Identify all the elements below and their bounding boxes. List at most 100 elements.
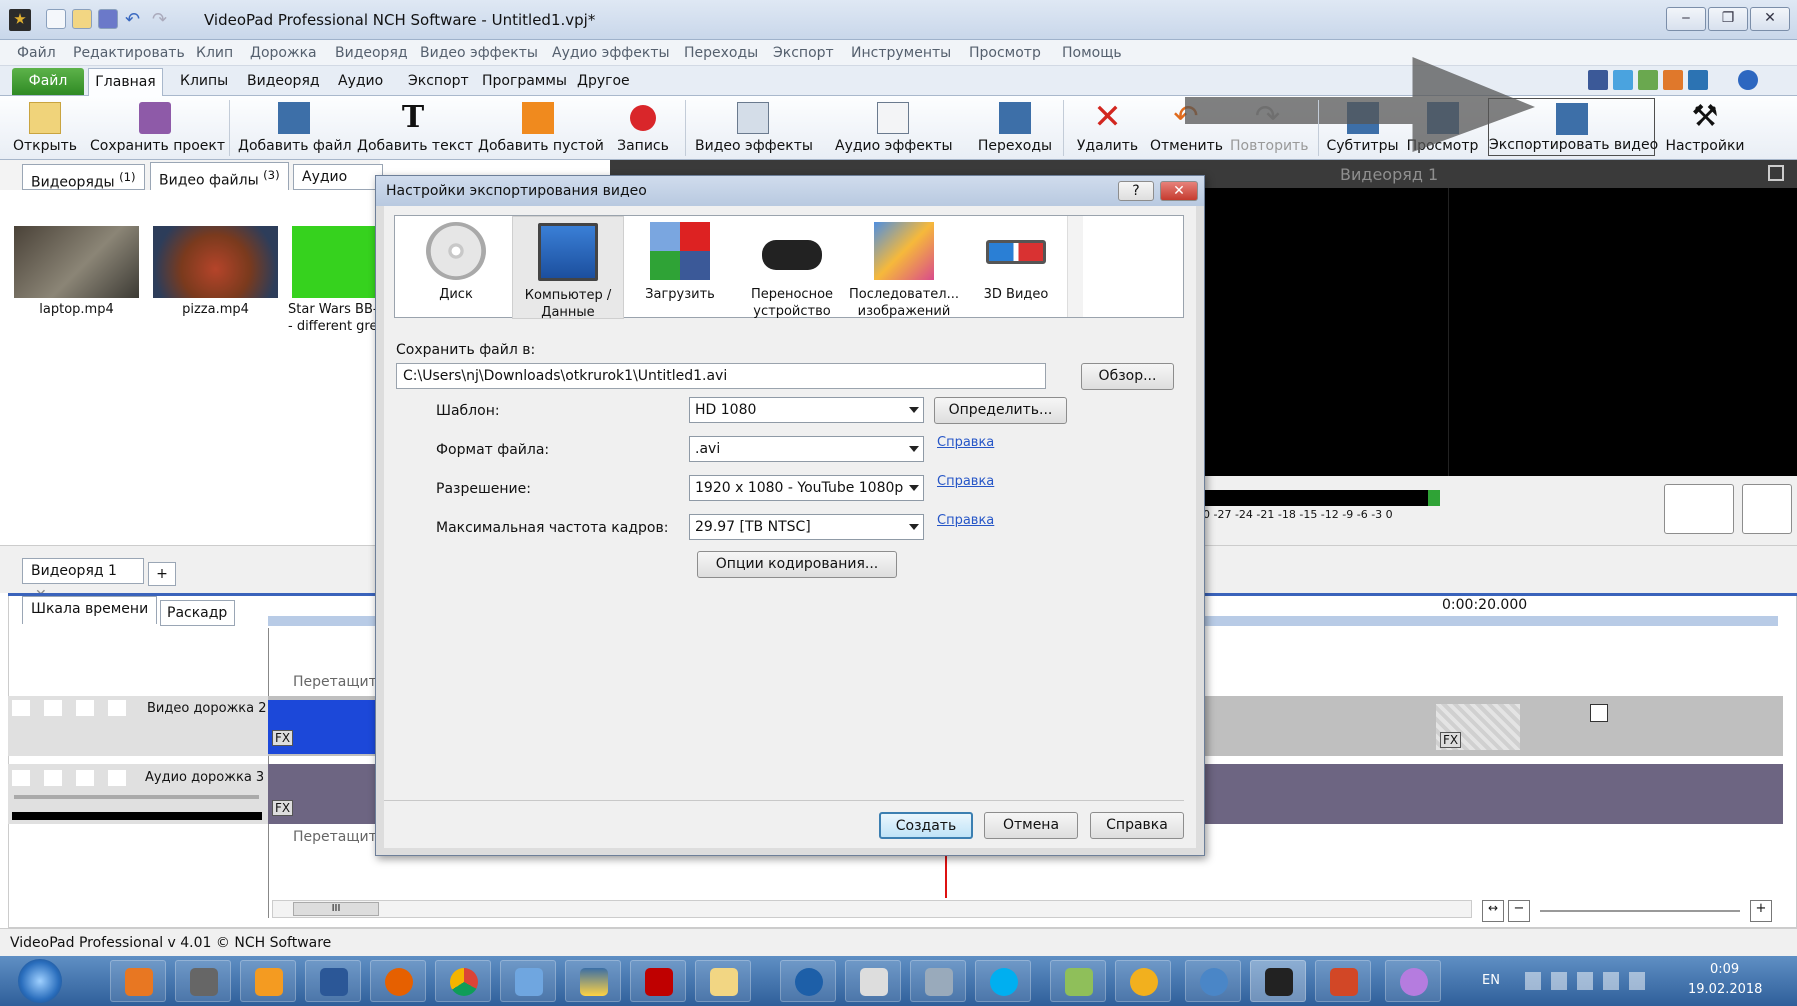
- zoom-slider[interactable]: [1540, 910, 1740, 912]
- minimize-button[interactable]: ‒: [1666, 7, 1706, 31]
- tab-timeline[interactable]: Шкала времени: [22, 596, 158, 624]
- add-blank-button[interactable]: Добавить пустой: [478, 96, 604, 160]
- zoom-in-button[interactable]: +: [1750, 900, 1772, 922]
- category-upload[interactable]: Загрузить: [624, 216, 736, 319]
- menu-sequence[interactable]: Видеоряд: [335, 45, 408, 61]
- audio-track-toggle-icons[interactable]: [12, 770, 128, 786]
- tray-icons[interactable]: [1525, 972, 1645, 990]
- taskbar-app-sun[interactable]: [1115, 960, 1171, 1002]
- tab-video-files[interactable]: Видео файлы (3): [150, 162, 289, 190]
- popout-icon[interactable]: [1768, 165, 1784, 181]
- add-sequence-button[interactable]: +: [148, 562, 176, 586]
- transitions-button[interactable]: Переходы: [975, 96, 1055, 160]
- taskbar-app-filezilla[interactable]: [630, 960, 686, 1002]
- category-3d-video[interactable]: 3D Видео: [960, 216, 1072, 319]
- open-button[interactable]: Открыть: [10, 96, 80, 160]
- category-disc[interactable]: Диск: [400, 216, 512, 319]
- tab-export[interactable]: Экспорт: [408, 73, 469, 89]
- twitter-icon[interactable]: [1613, 70, 1633, 90]
- plus-icon[interactable]: [1638, 70, 1658, 90]
- clip-thumbnail[interactable]: [292, 226, 380, 298]
- save-icon[interactable]: [98, 9, 118, 29]
- taskbar-app-firefox[interactable]: [370, 960, 426, 1002]
- tab-file[interactable]: Файл: [12, 68, 84, 95]
- settings-button[interactable]: ⚒ Настройки: [1665, 96, 1745, 160]
- taskbar-app-volume[interactable]: [500, 960, 556, 1002]
- menu-export[interactable]: Экспорт: [773, 45, 834, 61]
- clock-time[interactable]: 0:09: [1710, 962, 1739, 977]
- category-scrollbar[interactable]: [1067, 216, 1083, 317]
- delete-button[interactable]: ✕ Удалить: [1075, 96, 1140, 160]
- taskbar-app-box[interactable]: [845, 960, 901, 1002]
- taskbar-app-thunderbird[interactable]: [780, 960, 836, 1002]
- record-button[interactable]: Запись: [613, 96, 673, 160]
- category-portable-device[interactable]: Переносное устройство: [736, 216, 848, 319]
- tab-sequence-1[interactable]: Видеоряд 1 ✕: [22, 558, 144, 603]
- menu-clip[interactable]: Клип: [196, 45, 233, 61]
- open-file-icon[interactable]: [72, 9, 92, 29]
- menu-edit[interactable]: Редактировать: [73, 45, 185, 61]
- template-select[interactable]: HD 1080: [689, 397, 924, 423]
- menu-video-effects[interactable]: Видео эффекты: [420, 45, 538, 61]
- clip-thumbnail[interactable]: [14, 226, 139, 298]
- close-button[interactable]: ✕: [1750, 7, 1790, 31]
- clip-thumbnail[interactable]: [153, 226, 278, 298]
- dialog-help-button[interactable]: ?: [1118, 181, 1154, 201]
- fx-badge[interactable]: FX: [272, 730, 294, 746]
- save-project-button[interactable]: Сохранить проект: [90, 96, 225, 160]
- video-effects-button[interactable]: Видео эффекты: [695, 96, 813, 160]
- tab-clips[interactable]: Клипы: [180, 73, 228, 89]
- taskbar-app-word[interactable]: [305, 960, 361, 1002]
- app-icon[interactable]: [9, 9, 31, 31]
- audio-effects-button[interactable]: Аудио эффекты: [835, 96, 953, 160]
- zoom-out-button[interactable]: −: [1508, 900, 1530, 922]
- save-path-input[interactable]: C:\Users\nj\Downloads\otkrurok1\Untitled…: [396, 363, 1046, 389]
- taskbar-app-network[interactable]: [910, 960, 966, 1002]
- help-circle-icon[interactable]: [1738, 70, 1758, 90]
- framerate-help-link[interactable]: Справка: [937, 513, 994, 528]
- cancel-button[interactable]: Отмена: [984, 812, 1078, 839]
- resolution-select[interactable]: 1920 x 1080 - YouTube 1080p: [689, 475, 924, 501]
- taskbar-app-player[interactable]: [240, 960, 296, 1002]
- fx-badge-audio[interactable]: FX: [272, 800, 294, 816]
- undo-icon[interactable]: ↶: [125, 9, 140, 30]
- taskbar-app-globe[interactable]: [1185, 960, 1241, 1002]
- tab-sequence[interactable]: Видеоряд: [247, 73, 320, 89]
- scroll-thumb[interactable]: III: [293, 902, 379, 916]
- menu-tools[interactable]: Инструменты: [851, 45, 951, 61]
- taskbar-app-skype[interactable]: [975, 960, 1031, 1002]
- taskbar-app-chrome[interactable]: [435, 960, 491, 1002]
- maximize-button[interactable]: ❐: [1708, 7, 1748, 31]
- browse-button[interactable]: Обзор...: [1081, 363, 1174, 390]
- stumble-icon[interactable]: [1663, 70, 1683, 90]
- taskbar-app-powerpoint[interactable]: [1315, 960, 1371, 1002]
- format-select[interactable]: .avi: [689, 436, 924, 462]
- menu-audio-effects[interactable]: Аудио эффекты: [552, 45, 670, 61]
- tab-audio-files[interactable]: Аудио фай: [293, 164, 383, 190]
- linkedin-icon[interactable]: [1688, 70, 1708, 90]
- taskbar-app-explorer[interactable]: [695, 960, 751, 1002]
- taskbar-app-office[interactable]: [110, 960, 166, 1002]
- track-toggle-icons[interactable]: [12, 700, 128, 716]
- snapshot-button[interactable]: [1742, 484, 1792, 534]
- menu-file[interactable]: Файл: [17, 45, 56, 61]
- detect-button[interactable]: Определить...: [934, 397, 1067, 424]
- start-button[interactable]: [18, 959, 62, 1003]
- add-file-button[interactable]: Добавить файл: [238, 96, 352, 160]
- tab-storyboard[interactable]: Раскадр: [160, 600, 235, 626]
- menu-transitions[interactable]: Переходы: [684, 45, 758, 61]
- category-image-sequence[interactable]: Последовател... изображений: [848, 216, 960, 319]
- taskbar-app-flower[interactable]: [1385, 960, 1441, 1002]
- encoding-options-button[interactable]: Опции кодирования...: [697, 551, 897, 578]
- language-indicator[interactable]: EN: [1482, 973, 1500, 988]
- facebook-icon[interactable]: [1588, 70, 1608, 90]
- menu-track[interactable]: Дорожка: [250, 45, 317, 61]
- framerate-select[interactable]: 29.97 [ТВ NTSC]: [689, 514, 924, 540]
- menu-view[interactable]: Просмотр: [969, 45, 1041, 61]
- clock-date[interactable]: 19.02.2018: [1688, 982, 1762, 997]
- fx-badge-2[interactable]: FX: [1440, 732, 1462, 748]
- format-help-link[interactable]: Справка: [937, 435, 994, 450]
- tab-audio[interactable]: Аудио: [338, 73, 383, 89]
- taskbar-app-scanner[interactable]: [175, 960, 231, 1002]
- tab-programs[interactable]: Программы: [482, 73, 567, 89]
